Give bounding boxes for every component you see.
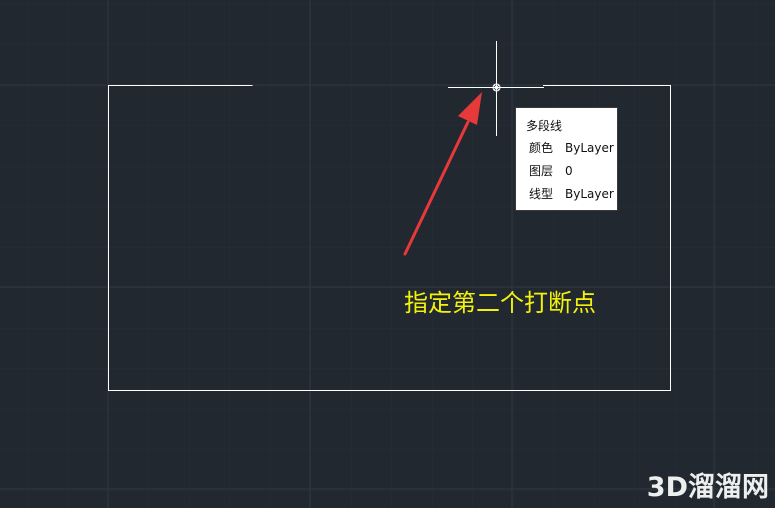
instruction-annotation: 指定第二个打断点 [404,289,596,317]
drawing-canvas[interactable] [0,0,775,508]
tooltip-value: 0 [565,164,573,178]
tooltip-value: ByLayer [565,187,614,201]
tooltip-row-layer: 图层 0 [526,160,617,183]
object-properties-tooltip: 多段线 颜色 ByLayer 图层 0 线型 ByLayer [515,107,618,211]
tooltip-row-linetype: 线型 ByLayer [526,183,617,206]
tooltip-title: 多段线 [526,119,563,133]
model-space-viewport[interactable]: 多段线 颜色 ByLayer 图层 0 线型 ByLayer 指定第二个打断点 3D溜… [0,0,775,508]
watermark-logo: 3D溜溜网 [646,472,769,503]
tooltip-value: ByLayer [565,141,614,155]
tooltip-row-color: 颜色 ByLayer [526,137,617,160]
tooltip-key: 图层 [529,164,554,178]
tooltip-key: 颜色 [529,141,554,155]
minor-grid [0,0,775,508]
tooltip-key: 线型 [529,187,554,201]
